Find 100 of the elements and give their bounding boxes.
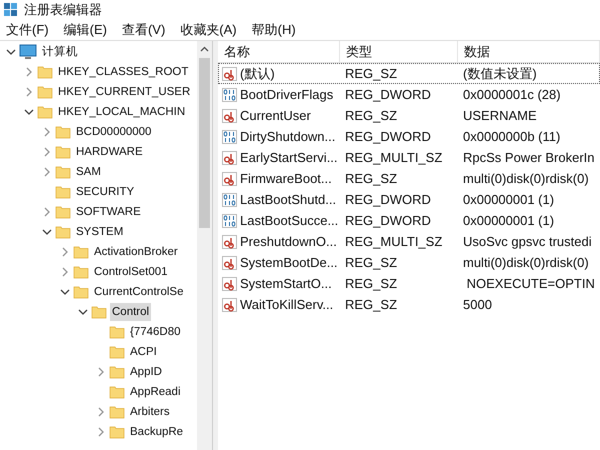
scrollbar[interactable] <box>197 41 212 450</box>
string-value-icon <box>222 234 237 248</box>
string-value-icon <box>222 276 237 290</box>
tree-item[interactable]: Arbiters <box>128 403 172 421</box>
value-name: LastBootSucce... <box>240 212 338 230</box>
tree-item[interactable]: HKEY_CURRENT_USER <box>56 83 192 101</box>
value-name: SystemStartO... <box>240 274 332 293</box>
tree-item[interactable]: SYSTEM <box>74 223 126 241</box>
tree-item[interactable]: SAM <box>74 163 103 181</box>
folder-icon <box>37 104 53 120</box>
menu-item[interactable]: 收藏夹(A) <box>180 20 237 40</box>
folder-icon <box>73 244 89 260</box>
folder-icon <box>55 124 71 140</box>
value-row[interactable]: CurrentUser REG_SZ USERNAME <box>218 105 600 126</box>
string-value-icon <box>222 172 237 186</box>
chevron-right-icon[interactable] <box>60 267 70 277</box>
value-row[interactable]: LastBootSucce... REG_DWORD 0x00000001 (1) <box>218 210 600 231</box>
column-header[interactable]: 数据 <box>458 41 600 62</box>
value-name: WaitToKillServ... <box>240 296 334 314</box>
chevron-right-icon[interactable] <box>96 427 106 437</box>
chevron-right-icon[interactable] <box>60 247 70 257</box>
value-type: REG_SZ <box>344 64 398 83</box>
tree-item[interactable]: CurrentControlSe <box>92 283 186 301</box>
tree-item[interactable]: SECURITY <box>74 183 136 201</box>
tree-item[interactable]: AppID <box>128 363 164 381</box>
chevron-down-icon[interactable] <box>42 227 52 237</box>
string-value-icon <box>222 298 237 312</box>
value-row[interactable]: FirmwareBoot... REG_SZ multi(0)disk(0)rdisk(0) <box>218 168 600 189</box>
tree-item[interactable]: AppReadi <box>128 383 183 401</box>
folder-icon <box>37 84 53 100</box>
value-row[interactable]: (默认) REG_SZ (数值未设置) <box>218 63 600 84</box>
value-name: LastBootShutd... <box>240 190 336 209</box>
column-header[interactable]: 类型 <box>340 41 458 62</box>
scroll-up-icon[interactable] <box>200 45 209 54</box>
value-row[interactable]: SystemStartO... REG_SZ NOEXECUTE=OPTIN <box>218 273 600 294</box>
value-data: RpcSs Power BrokerIn <box>462 148 596 167</box>
value-type: REG_SZ <box>344 254 398 272</box>
menu-item[interactable]: 编辑(E) <box>64 20 107 40</box>
value-row[interactable]: PreshutdownO... REG_MULTI_SZ UsoSvc gpsvc trustedi <box>218 231 600 252</box>
column-header[interactable]: 名称 <box>218 41 340 62</box>
value-row[interactable]: DirtyShutdown... REG_DWORD 0x0000000b (11) <box>218 126 600 147</box>
menu-item[interactable]: 帮助(H) <box>252 20 296 40</box>
value-row[interactable]: EarlyStartServi... REG_MULTI_SZ RpcSs Power BrokerIn <box>218 147 600 168</box>
value-name: PreshutdownO... <box>240 232 337 251</box>
folder-icon <box>55 144 71 160</box>
folder-icon <box>109 424 125 440</box>
value-name: EarlyStartServi... <box>240 148 338 167</box>
value-row[interactable]: LastBootShutd... REG_DWORD 0x00000001 (1) <box>218 189 600 210</box>
chevron-right-icon[interactable] <box>42 167 52 177</box>
scrollbar-thumb[interactable] <box>199 58 210 228</box>
tree-item[interactable]: Control <box>110 303 152 321</box>
tree-item[interactable]: BackupRe <box>128 423 186 441</box>
chevron-right-icon[interactable] <box>96 367 106 377</box>
menu-item[interactable]: 查看(V) <box>122 20 166 40</box>
tree-item[interactable]: HKEY_CLASSES_ROOT <box>56 63 190 81</box>
value-data: 5000 <box>462 296 493 314</box>
folder-icon <box>55 224 71 240</box>
value-type: REG_SZ <box>344 170 398 188</box>
value-name: FirmwareBoot... <box>240 170 332 188</box>
chevron-right-icon[interactable] <box>24 67 34 77</box>
value-row[interactable]: SystemBootDe... REG_SZ multi(0)disk(0)rdisk(0) <box>218 252 600 273</box>
registry-app-icon <box>4 3 18 17</box>
chevron-down-icon[interactable] <box>60 287 70 297</box>
monitor-icon <box>19 44 37 60</box>
tree-item[interactable]: SOFTWARE <box>74 203 143 221</box>
folder-icon <box>55 184 71 200</box>
tree-item[interactable]: BCD00000000 <box>74 123 154 141</box>
tree-item[interactable]: HKEY_LOCAL_MACHIN <box>56 103 188 121</box>
string-value-icon <box>222 66 237 80</box>
value-row[interactable]: BootDriverFlags REG_DWORD 0x0000001c (28) <box>218 84 600 105</box>
menu-item[interactable]: 文件(F) <box>6 20 49 40</box>
value-type: REG_SZ <box>344 274 398 293</box>
value-data: multi(0)disk(0)rdisk(0) <box>462 254 590 272</box>
tree-item[interactable]: ActivationBroker <box>92 243 180 261</box>
string-value-icon <box>222 256 237 270</box>
chevron-right-icon[interactable] <box>42 147 52 157</box>
value-data: 0x00000001 (1) <box>462 212 556 230</box>
chevron-right-icon[interactable] <box>24 87 34 97</box>
value-name: (默认) <box>240 64 275 83</box>
value-type: REG_MULTI_SZ <box>344 232 444 251</box>
chevron-down-icon[interactable] <box>24 107 34 117</box>
folder-icon <box>73 284 89 300</box>
chevron-right-icon[interactable] <box>42 207 52 217</box>
chevron-down-icon[interactable] <box>6 47 16 57</box>
value-row[interactable]: WaitToKillServ... REG_SZ 5000 <box>218 294 600 315</box>
value-data: 0x0000001c (28) <box>462 86 562 104</box>
tree-item[interactable]: {7746D80 <box>128 323 183 341</box>
value-data: 0x0000000b (11) <box>462 128 562 146</box>
tree-item[interactable]: ControlSet001 <box>92 263 170 281</box>
chevron-down-icon[interactable] <box>78 307 88 317</box>
value-name: DirtyShutdown... <box>240 128 336 146</box>
value-name: BootDriverFlags <box>240 86 334 104</box>
value-data: 0x00000001 (1) <box>462 190 556 209</box>
tree-item[interactable]: HARDWARE <box>74 143 145 161</box>
chevron-right-icon[interactable] <box>42 127 52 137</box>
tree-item[interactable]: ACPI <box>128 343 159 361</box>
folder-icon <box>109 344 125 360</box>
tree-item[interactable]: 计算机 <box>40 43 80 61</box>
folder-icon <box>109 324 125 340</box>
chevron-right-icon[interactable] <box>96 407 106 417</box>
